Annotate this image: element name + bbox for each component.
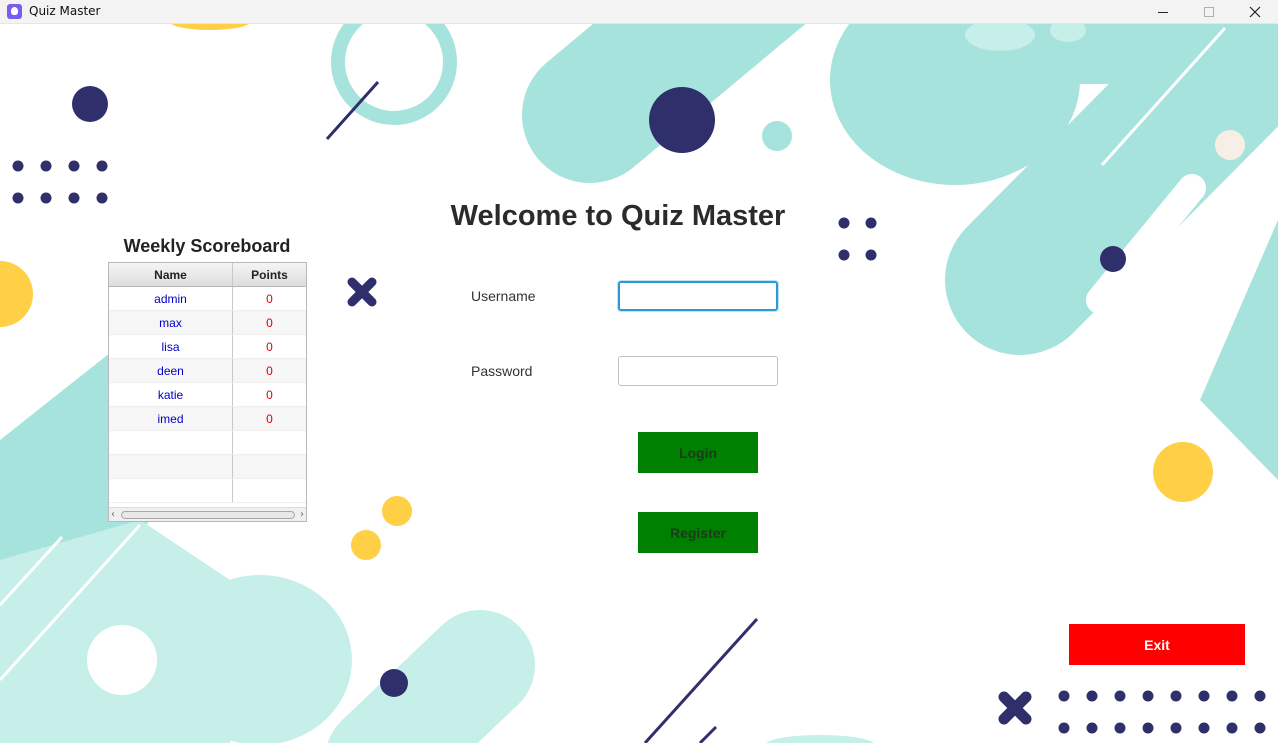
empty-table-row <box>109 479 306 503</box>
scoreboard-title: Weekly Scoreboard <box>123 236 291 256</box>
username-input[interactable] <box>618 281 778 311</box>
table-row[interactable]: imed 0 <box>109 407 306 431</box>
column-header-name[interactable]: Name <box>109 263 233 286</box>
table-row[interactable]: katie 0 <box>109 383 306 407</box>
name-cell: max <box>109 311 233 334</box>
app-icon <box>7 4 22 19</box>
table-header: Name Points <box>109 263 306 287</box>
points-cell: 0 <box>266 315 273 330</box>
minimize-button[interactable] <box>1140 0 1186 24</box>
empty-cell <box>233 455 306 478</box>
app-window: Quiz Master Weekly Scoreboard Name Point… <box>0 0 1278 743</box>
empty-cell <box>109 455 233 478</box>
empty-cell <box>109 479 233 502</box>
register-button[interactable]: Register <box>638 512 758 553</box>
table-body: admin 0 max 0 lisa 0 deen 0 katie 0 imed… <box>109 287 306 503</box>
scrollbar-thumb[interactable] <box>121 511 295 519</box>
minimize-icon <box>1158 11 1168 13</box>
column-header-points[interactable]: Points <box>233 263 306 286</box>
maximize-icon <box>1204 7 1214 17</box>
table-row[interactable]: max 0 <box>109 311 306 335</box>
empty-table-row <box>109 431 306 455</box>
empty-table-row <box>109 455 306 479</box>
password-label: Password <box>471 363 533 379</box>
table-row[interactable]: admin 0 <box>109 287 306 311</box>
name-cell: imed <box>109 407 233 430</box>
window-title: Quiz Master <box>29 4 101 18</box>
empty-cell <box>233 431 306 454</box>
close-button[interactable] <box>1232 0 1278 24</box>
points-cell: 0 <box>266 363 273 378</box>
horizontal-scrollbar[interactable]: ‹ › <box>109 507 306 521</box>
name-cell: admin <box>109 287 233 310</box>
close-icon <box>1249 6 1261 18</box>
name-cell: katie <box>109 383 233 406</box>
points-cell: 0 <box>266 291 273 306</box>
title-bar: Quiz Master <box>0 0 1278 24</box>
empty-cell <box>233 479 306 502</box>
scroll-right-icon[interactable]: › <box>300 509 304 520</box>
login-button[interactable]: Login <box>638 432 758 473</box>
name-cell: deen <box>109 359 233 382</box>
empty-cell <box>109 431 233 454</box>
welcome-title: Welcome to Quiz Master <box>450 200 786 232</box>
scoreboard-table[interactable]: Name Points admin 0 max 0 lisa 0 deen 0 … <box>108 262 307 522</box>
name-cell: lisa <box>109 335 233 358</box>
username-label: Username <box>471 288 536 304</box>
password-input[interactable] <box>618 356 778 386</box>
exit-button[interactable]: Exit <box>1069 624 1245 665</box>
table-row[interactable]: deen 0 <box>109 359 306 383</box>
points-cell: 0 <box>266 339 273 354</box>
points-cell: 0 <box>266 387 273 402</box>
scroll-left-icon[interactable]: ‹ <box>111 509 115 520</box>
maximize-button[interactable] <box>1186 0 1232 24</box>
table-row[interactable]: lisa 0 <box>109 335 306 359</box>
points-cell: 0 <box>266 411 273 426</box>
